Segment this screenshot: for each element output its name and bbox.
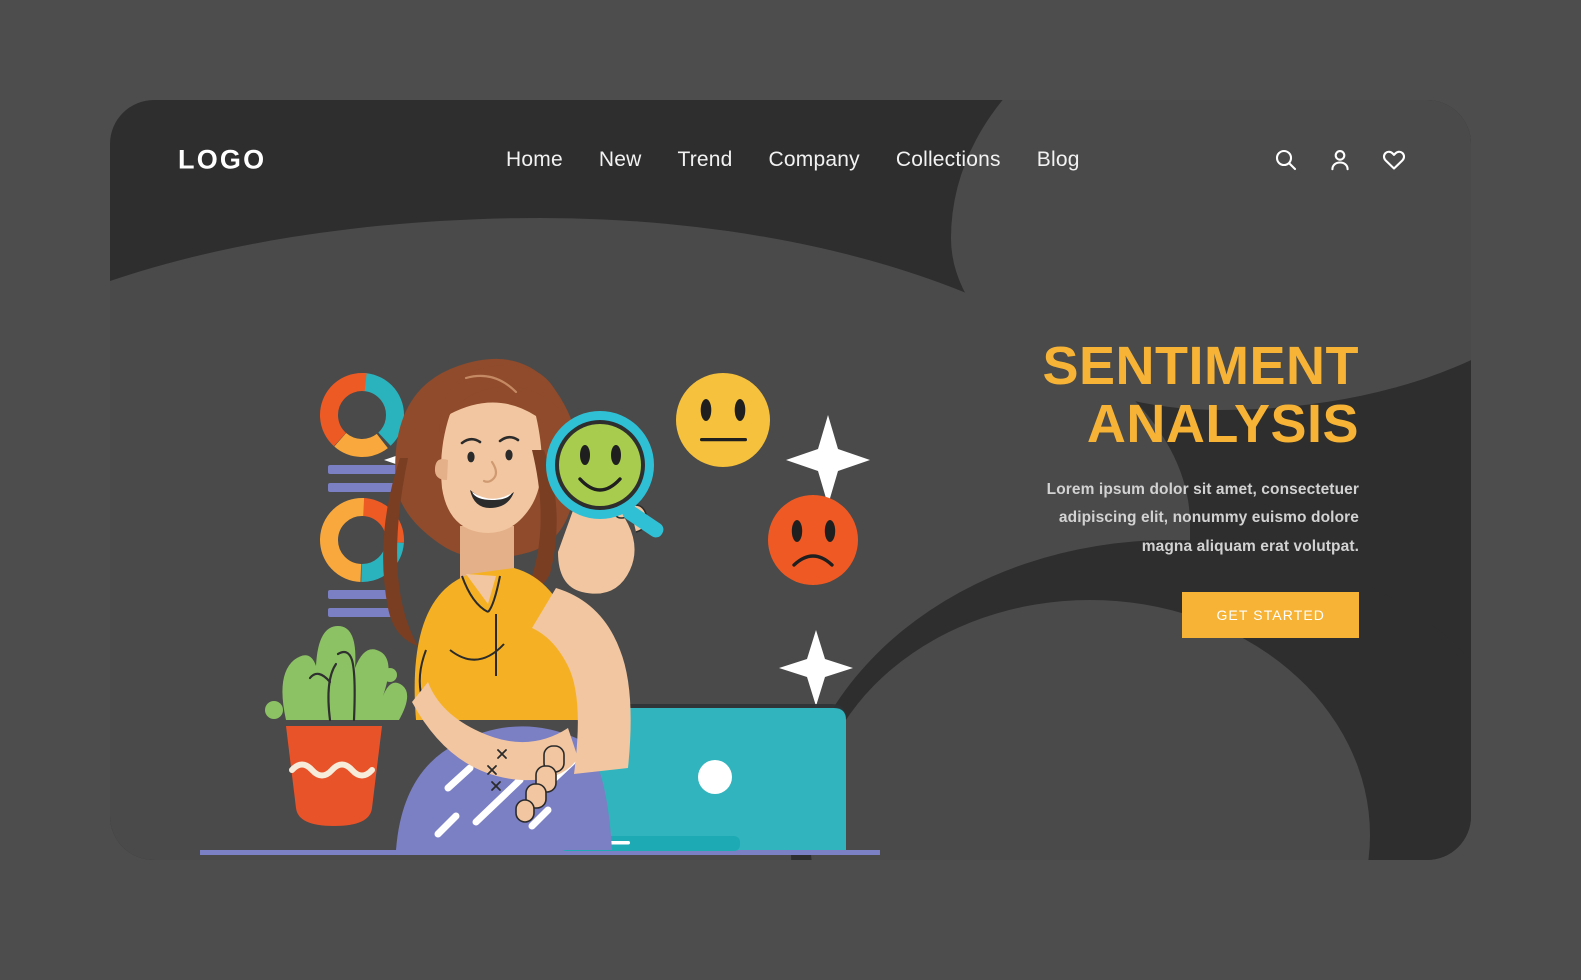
desk-line xyxy=(200,850,880,855)
headline-line-1: SENTIMENT xyxy=(1042,336,1359,396)
nav-item-trend[interactable]: Trend xyxy=(677,148,732,172)
hero-description: Lorem ipsum dolor sit amet, consectetuer… xyxy=(1046,480,1359,555)
potted-plant xyxy=(265,626,408,826)
hero-text-block: SENTIMENT ANALYSIS Lorem ipsum dolor sit… xyxy=(1019,336,1359,638)
main-navigation: Home New Trend Company Collections Blog xyxy=(506,148,1080,172)
bar-line xyxy=(328,608,398,617)
site-header: LOGO Home New Trend Company Collections … xyxy=(110,100,1471,220)
bar-line xyxy=(328,465,398,474)
sparkle-icon xyxy=(786,415,870,505)
heart-icon[interactable] xyxy=(1379,145,1409,175)
happy-face xyxy=(559,424,641,506)
sparkle-icon xyxy=(779,630,853,706)
nav-item-home[interactable]: Home xyxy=(506,148,563,172)
hero-card: LOGO Home New Trend Company Collections … xyxy=(110,100,1471,860)
get-started-button[interactable]: GET STARTED xyxy=(1182,591,1359,638)
search-icon[interactable] xyxy=(1271,145,1301,175)
nav-item-collections[interactable]: Collections xyxy=(896,148,1001,172)
headline-line-2: ANALYSIS xyxy=(1086,393,1359,454)
page-title: SENTIMENT ANALYSIS xyxy=(1019,336,1359,454)
laptop-logo xyxy=(698,760,732,794)
header-actions xyxy=(1271,145,1409,175)
nav-item-new[interactable]: New xyxy=(599,148,642,172)
sad-face xyxy=(768,495,858,585)
hero-illustration xyxy=(200,250,880,860)
logo[interactable]: LOGO xyxy=(178,145,266,176)
nav-item-company[interactable]: Company xyxy=(769,148,860,172)
neutral-face xyxy=(676,373,770,467)
user-icon[interactable] xyxy=(1325,145,1355,175)
nav-item-blog[interactable]: Blog xyxy=(1037,148,1080,172)
bar-line xyxy=(328,483,398,492)
donut-chart-top xyxy=(319,373,404,457)
